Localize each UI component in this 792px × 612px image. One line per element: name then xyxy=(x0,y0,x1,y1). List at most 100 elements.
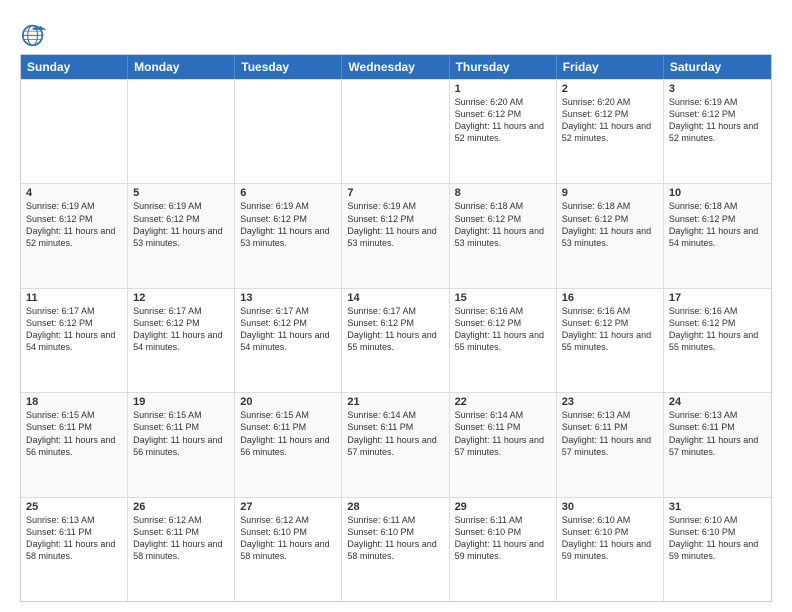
calendar-day-header: Friday xyxy=(557,55,664,79)
cell-info: Sunrise: 6:11 AM Sunset: 6:10 PM Dayligh… xyxy=(347,514,443,563)
day-number: 14 xyxy=(347,292,443,304)
calendar-cell: 1Sunrise: 6:20 AM Sunset: 6:12 PM Daylig… xyxy=(450,80,557,183)
calendar-body: 1Sunrise: 6:20 AM Sunset: 6:12 PM Daylig… xyxy=(21,79,771,601)
cell-info: Sunrise: 6:15 AM Sunset: 6:11 PM Dayligh… xyxy=(26,409,122,458)
cell-info: Sunrise: 6:19 AM Sunset: 6:12 PM Dayligh… xyxy=(347,200,443,249)
cell-info: Sunrise: 6:17 AM Sunset: 6:12 PM Dayligh… xyxy=(133,305,229,354)
day-number: 24 xyxy=(669,396,766,408)
calendar-header: SundayMondayTuesdayWednesdayThursdayFrid… xyxy=(21,55,771,79)
calendar-day-header: Tuesday xyxy=(235,55,342,79)
day-number: 9 xyxy=(562,187,658,199)
cell-info: Sunrise: 6:15 AM Sunset: 6:11 PM Dayligh… xyxy=(133,409,229,458)
calendar-cell: 10Sunrise: 6:18 AM Sunset: 6:12 PM Dayli… xyxy=(664,184,771,287)
calendar-cell: 29Sunrise: 6:11 AM Sunset: 6:10 PM Dayli… xyxy=(450,498,557,601)
day-number: 12 xyxy=(133,292,229,304)
calendar-cell: 17Sunrise: 6:16 AM Sunset: 6:12 PM Dayli… xyxy=(664,289,771,392)
day-number: 5 xyxy=(133,187,229,199)
calendar-cell xyxy=(21,80,128,183)
calendar-cell: 4Sunrise: 6:19 AM Sunset: 6:12 PM Daylig… xyxy=(21,184,128,287)
day-number: 15 xyxy=(455,292,551,304)
day-number: 22 xyxy=(455,396,551,408)
calendar-cell: 12Sunrise: 6:17 AM Sunset: 6:12 PM Dayli… xyxy=(128,289,235,392)
calendar-cell: 30Sunrise: 6:10 AM Sunset: 6:10 PM Dayli… xyxy=(557,498,664,601)
calendar-cell: 22Sunrise: 6:14 AM Sunset: 6:11 PM Dayli… xyxy=(450,393,557,496)
cell-info: Sunrise: 6:19 AM Sunset: 6:12 PM Dayligh… xyxy=(133,200,229,249)
calendar-cell: 11Sunrise: 6:17 AM Sunset: 6:12 PM Dayli… xyxy=(21,289,128,392)
calendar-cell: 19Sunrise: 6:15 AM Sunset: 6:11 PM Dayli… xyxy=(128,393,235,496)
day-number: 18 xyxy=(26,396,122,408)
cell-info: Sunrise: 6:12 AM Sunset: 6:11 PM Dayligh… xyxy=(133,514,229,563)
cell-info: Sunrise: 6:13 AM Sunset: 6:11 PM Dayligh… xyxy=(26,514,122,563)
calendar-cell xyxy=(342,80,449,183)
day-number: 23 xyxy=(562,396,658,408)
day-number: 4 xyxy=(26,187,122,199)
calendar-week: 4Sunrise: 6:19 AM Sunset: 6:12 PM Daylig… xyxy=(21,183,771,287)
day-number: 29 xyxy=(455,501,551,513)
day-number: 30 xyxy=(562,501,658,513)
logo xyxy=(20,20,52,48)
calendar-cell: 6Sunrise: 6:19 AM Sunset: 6:12 PM Daylig… xyxy=(235,184,342,287)
cell-info: Sunrise: 6:16 AM Sunset: 6:12 PM Dayligh… xyxy=(669,305,766,354)
calendar-week: 1Sunrise: 6:20 AM Sunset: 6:12 PM Daylig… xyxy=(21,79,771,183)
calendar: SundayMondayTuesdayWednesdayThursdayFrid… xyxy=(20,54,772,602)
calendar-cell: 13Sunrise: 6:17 AM Sunset: 6:12 PM Dayli… xyxy=(235,289,342,392)
cell-info: Sunrise: 6:16 AM Sunset: 6:12 PM Dayligh… xyxy=(455,305,551,354)
day-number: 3 xyxy=(669,83,766,95)
calendar-day-header: Thursday xyxy=(450,55,557,79)
cell-info: Sunrise: 6:16 AM Sunset: 6:12 PM Dayligh… xyxy=(562,305,658,354)
calendar-week: 18Sunrise: 6:15 AM Sunset: 6:11 PM Dayli… xyxy=(21,392,771,496)
cell-info: Sunrise: 6:14 AM Sunset: 6:11 PM Dayligh… xyxy=(347,409,443,458)
cell-info: Sunrise: 6:17 AM Sunset: 6:12 PM Dayligh… xyxy=(240,305,336,354)
day-number: 28 xyxy=(347,501,443,513)
cell-info: Sunrise: 6:18 AM Sunset: 6:12 PM Dayligh… xyxy=(669,200,766,249)
calendar-cell: 8Sunrise: 6:18 AM Sunset: 6:12 PM Daylig… xyxy=(450,184,557,287)
cell-info: Sunrise: 6:18 AM Sunset: 6:12 PM Dayligh… xyxy=(455,200,551,249)
cell-info: Sunrise: 6:13 AM Sunset: 6:11 PM Dayligh… xyxy=(562,409,658,458)
day-number: 8 xyxy=(455,187,551,199)
cell-info: Sunrise: 6:20 AM Sunset: 6:12 PM Dayligh… xyxy=(562,96,658,145)
cell-info: Sunrise: 6:20 AM Sunset: 6:12 PM Dayligh… xyxy=(455,96,551,145)
day-number: 11 xyxy=(26,292,122,304)
cell-info: Sunrise: 6:19 AM Sunset: 6:12 PM Dayligh… xyxy=(26,200,122,249)
calendar-cell xyxy=(128,80,235,183)
day-number: 10 xyxy=(669,187,766,199)
calendar-cell: 7Sunrise: 6:19 AM Sunset: 6:12 PM Daylig… xyxy=(342,184,449,287)
calendar-day-header: Monday xyxy=(128,55,235,79)
day-number: 20 xyxy=(240,396,336,408)
calendar-cell: 18Sunrise: 6:15 AM Sunset: 6:11 PM Dayli… xyxy=(21,393,128,496)
cell-info: Sunrise: 6:10 AM Sunset: 6:10 PM Dayligh… xyxy=(562,514,658,563)
day-number: 2 xyxy=(562,83,658,95)
cell-info: Sunrise: 6:11 AM Sunset: 6:10 PM Dayligh… xyxy=(455,514,551,563)
cell-info: Sunrise: 6:15 AM Sunset: 6:11 PM Dayligh… xyxy=(240,409,336,458)
day-number: 25 xyxy=(26,501,122,513)
cell-info: Sunrise: 6:19 AM Sunset: 6:12 PM Dayligh… xyxy=(240,200,336,249)
cell-info: Sunrise: 6:17 AM Sunset: 6:12 PM Dayligh… xyxy=(347,305,443,354)
calendar-cell: 5Sunrise: 6:19 AM Sunset: 6:12 PM Daylig… xyxy=(128,184,235,287)
day-number: 6 xyxy=(240,187,336,199)
cell-info: Sunrise: 6:10 AM Sunset: 6:10 PM Dayligh… xyxy=(669,514,766,563)
cell-info: Sunrise: 6:17 AM Sunset: 6:12 PM Dayligh… xyxy=(26,305,122,354)
calendar-day-header: Wednesday xyxy=(342,55,449,79)
calendar-cell: 3Sunrise: 6:19 AM Sunset: 6:12 PM Daylig… xyxy=(664,80,771,183)
day-number: 13 xyxy=(240,292,336,304)
day-number: 27 xyxy=(240,501,336,513)
day-number: 17 xyxy=(669,292,766,304)
calendar-cell: 20Sunrise: 6:15 AM Sunset: 6:11 PM Dayli… xyxy=(235,393,342,496)
calendar-cell: 25Sunrise: 6:13 AM Sunset: 6:11 PM Dayli… xyxy=(21,498,128,601)
day-number: 31 xyxy=(669,501,766,513)
header xyxy=(20,16,772,48)
calendar-cell: 26Sunrise: 6:12 AM Sunset: 6:11 PM Dayli… xyxy=(128,498,235,601)
calendar-cell: 28Sunrise: 6:11 AM Sunset: 6:10 PM Dayli… xyxy=(342,498,449,601)
calendar-cell xyxy=(235,80,342,183)
calendar-day-header: Sunday xyxy=(21,55,128,79)
calendar-week: 11Sunrise: 6:17 AM Sunset: 6:12 PM Dayli… xyxy=(21,288,771,392)
calendar-cell: 23Sunrise: 6:13 AM Sunset: 6:11 PM Dayli… xyxy=(557,393,664,496)
calendar-cell: 2Sunrise: 6:20 AM Sunset: 6:12 PM Daylig… xyxy=(557,80,664,183)
calendar-cell: 14Sunrise: 6:17 AM Sunset: 6:12 PM Dayli… xyxy=(342,289,449,392)
cell-info: Sunrise: 6:18 AM Sunset: 6:12 PM Dayligh… xyxy=(562,200,658,249)
cell-info: Sunrise: 6:19 AM Sunset: 6:12 PM Dayligh… xyxy=(669,96,766,145)
page: SundayMondayTuesdayWednesdayThursdayFrid… xyxy=(0,0,792,612)
cell-info: Sunrise: 6:12 AM Sunset: 6:10 PM Dayligh… xyxy=(240,514,336,563)
calendar-day-header: Saturday xyxy=(664,55,771,79)
cell-info: Sunrise: 6:14 AM Sunset: 6:11 PM Dayligh… xyxy=(455,409,551,458)
